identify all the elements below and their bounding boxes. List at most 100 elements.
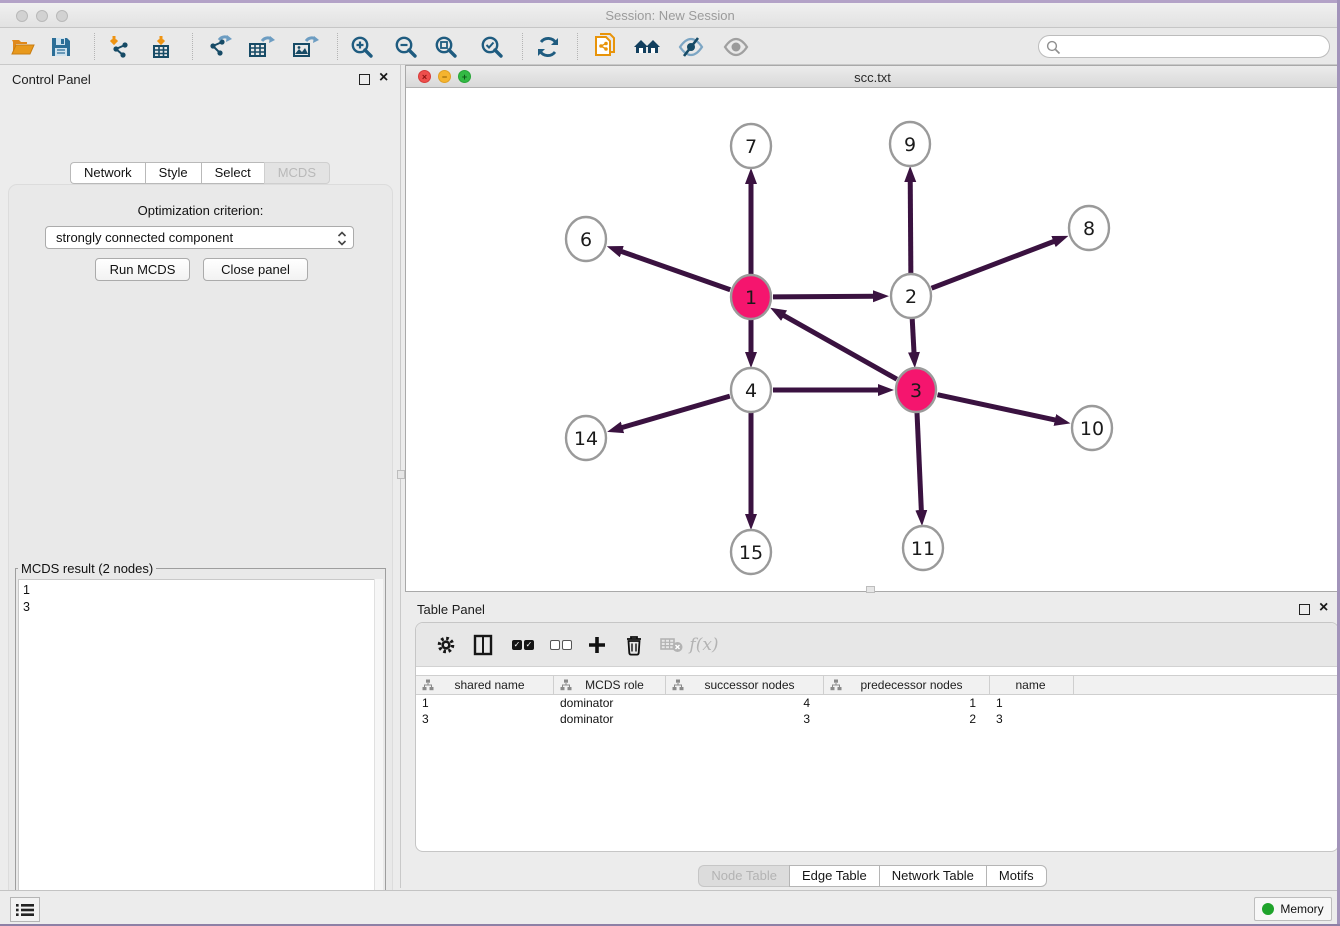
graph-node-8[interactable]: 8	[1069, 206, 1109, 250]
zoom-selected-button[interactable]	[477, 33, 507, 61]
close-table-panel-button[interactable]: ×	[1319, 599, 1328, 617]
graph-node-10[interactable]: 10	[1072, 406, 1112, 450]
save-icon	[50, 36, 72, 58]
zoom-out-button[interactable]	[391, 33, 421, 61]
zoom-out-icon	[393, 34, 419, 60]
tab-edge-table[interactable]: Edge Table	[789, 865, 879, 887]
tab-mcds[interactable]: MCDS	[264, 162, 330, 184]
houses-icon	[632, 35, 662, 59]
tab-motifs[interactable]: Motifs	[986, 865, 1047, 887]
vertical-splitter-handle[interactable]	[397, 470, 405, 479]
show-columns-button[interactable]	[467, 630, 499, 660]
network-graph[interactable]: 7 9 6 8 1 2 4 3 14 10 15 11	[406, 88, 1339, 591]
export-table-button[interactable]	[246, 33, 276, 61]
graph-node-11[interactable]: 11	[903, 526, 943, 570]
optimization-criterion-select[interactable]: strongly connected component	[45, 226, 354, 249]
tab-node-table[interactable]: Node Table	[698, 865, 789, 887]
save-session-button[interactable]	[46, 33, 76, 61]
graph-node-7[interactable]: 7	[731, 124, 771, 168]
horizontal-splitter-handle[interactable]	[866, 586, 875, 593]
gear-icon	[435, 634, 457, 656]
column-header-successor-nodes[interactable]: successor nodes	[666, 676, 824, 694]
graph-node-4[interactable]: 4	[731, 368, 771, 412]
graph-node-1[interactable]: 1	[731, 275, 771, 319]
graph-node-9[interactable]: 9	[890, 122, 930, 166]
table-settings-button[interactable]	[430, 630, 462, 660]
open-folder-icon	[10, 35, 36, 59]
first-neighbors-button[interactable]	[632, 33, 662, 61]
status-bar: Memory	[0, 890, 1340, 926]
window-frame-top	[0, 0, 1340, 3]
hide-selected-button[interactable]	[676, 33, 706, 61]
control-panel-title: Control Panel	[12, 72, 91, 87]
table-row[interactable]: 3dominator323	[416, 711, 1338, 727]
select-all-rows-button[interactable]: ✓✓	[507, 630, 539, 660]
graph-node-15[interactable]: 15	[731, 530, 771, 574]
show-all-button[interactable]	[721, 33, 751, 61]
list-icon	[16, 903, 34, 917]
tab-network-table[interactable]: Network Table	[879, 865, 986, 887]
table-cell: 4	[666, 695, 824, 711]
table-panel: Table Panel × ✓✓	[405, 595, 1340, 890]
graph-node-3[interactable]: 3	[896, 368, 936, 412]
toolbar-separator	[192, 33, 193, 60]
graph-edge-3-11	[917, 412, 921, 513]
memory-button[interactable]: Memory	[1254, 897, 1332, 921]
network-window-titlebar[interactable]: × − + scc.txt	[406, 66, 1339, 88]
graph-edge-1-6	[619, 251, 730, 290]
deselect-all-rows-button[interactable]	[545, 630, 577, 660]
column-type-icon	[672, 679, 684, 691]
node-label: 1	[745, 287, 757, 309]
float-table-panel-button[interactable]	[1299, 604, 1310, 615]
column-header-name[interactable]: name	[990, 676, 1074, 694]
show-panels-menu-button[interactable]	[10, 897, 40, 922]
mcds-panel: Optimization criterion: strongly connect…	[8, 184, 393, 926]
table-header-row: shared nameMCDS rolesuccessor nodesprede…	[416, 675, 1338, 695]
delete-column-button[interactable]	[618, 630, 650, 660]
import-network-button[interactable]	[104, 33, 134, 61]
table-cell: 3	[416, 711, 554, 727]
export-image-button[interactable]	[290, 33, 320, 61]
export-table-icon	[247, 34, 275, 60]
close-panel-icon-button[interactable]: ×	[379, 69, 388, 87]
column-type-icon	[560, 679, 572, 691]
search-field	[1038, 35, 1330, 58]
column-header-shared-name[interactable]: shared name	[416, 676, 554, 694]
graph-node-2[interactable]: 2	[891, 274, 931, 318]
result-scrollbar[interactable]	[374, 579, 383, 926]
new-network-from-selection-button[interactable]	[590, 33, 620, 61]
fx-icon: f(x)	[689, 635, 718, 655]
column-header-MCDS-role[interactable]: MCDS role	[554, 676, 666, 694]
column-header-predecessor-nodes[interactable]: predecessor nodes	[824, 676, 990, 694]
mcds-result-text[interactable]: 1 3	[18, 579, 383, 926]
open-session-button[interactable]	[8, 33, 38, 61]
graph-edge-3-10	[938, 395, 1058, 421]
table-row[interactable]: 1dominator411	[416, 695, 1338, 711]
network-title: scc.txt	[406, 70, 1339, 85]
graph-node-14[interactable]: 14	[566, 416, 606, 460]
node-label: 11	[911, 538, 935, 560]
run-mcds-button[interactable]: Run MCDS	[95, 258, 190, 281]
tab-select[interactable]: Select	[201, 162, 264, 184]
node-label: 9	[904, 134, 916, 156]
tab-style[interactable]: Style	[145, 162, 201, 184]
export-network-button[interactable]	[204, 33, 234, 61]
refresh-button[interactable]	[533, 33, 563, 61]
graph-edge-1-2	[773, 296, 876, 297]
add-column-button[interactable]	[581, 630, 613, 660]
graph-edge-4-14	[620, 396, 730, 428]
close-panel-button[interactable]: Close panel	[203, 258, 308, 281]
zoom-in-button[interactable]	[347, 33, 377, 61]
function-builder-button[interactable]: f(x)	[688, 630, 720, 660]
graph-node-6[interactable]: 6	[566, 217, 606, 261]
toolbar-separator	[337, 33, 338, 60]
search-input[interactable]	[1065, 37, 1323, 56]
import-table-button[interactable]	[146, 33, 176, 61]
float-panel-button[interactable]	[359, 74, 370, 85]
duplicate-network-icon	[592, 33, 618, 61]
table-cell: 2	[824, 711, 990, 727]
zoom-fit-button[interactable]	[431, 33, 461, 61]
delete-table-button[interactable]	[656, 630, 688, 660]
plus-icon	[587, 635, 607, 655]
tab-network[interactable]: Network	[70, 162, 145, 184]
